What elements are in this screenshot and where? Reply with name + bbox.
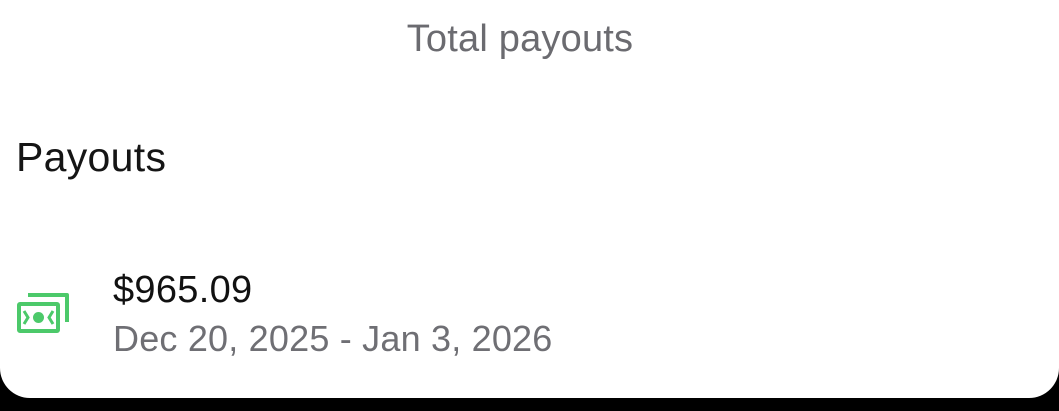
payout-list-item[interactable]: $965.09 Dec 20, 2025 - Jan 3, 2026 [0, 262, 1059, 372]
cash-icon [16, 291, 70, 335]
total-payouts-label: Total payouts [406, 18, 634, 60]
payout-amount: $965.09 [113, 269, 253, 311]
payouts-section-title: Payouts [16, 134, 167, 180]
payout-date-range: Dec 20, 2025 - Jan 3, 2026 [113, 318, 553, 359]
payouts-screen: Total payouts Payouts $965.09 Dec 20, 20… [0, 0, 1059, 398]
